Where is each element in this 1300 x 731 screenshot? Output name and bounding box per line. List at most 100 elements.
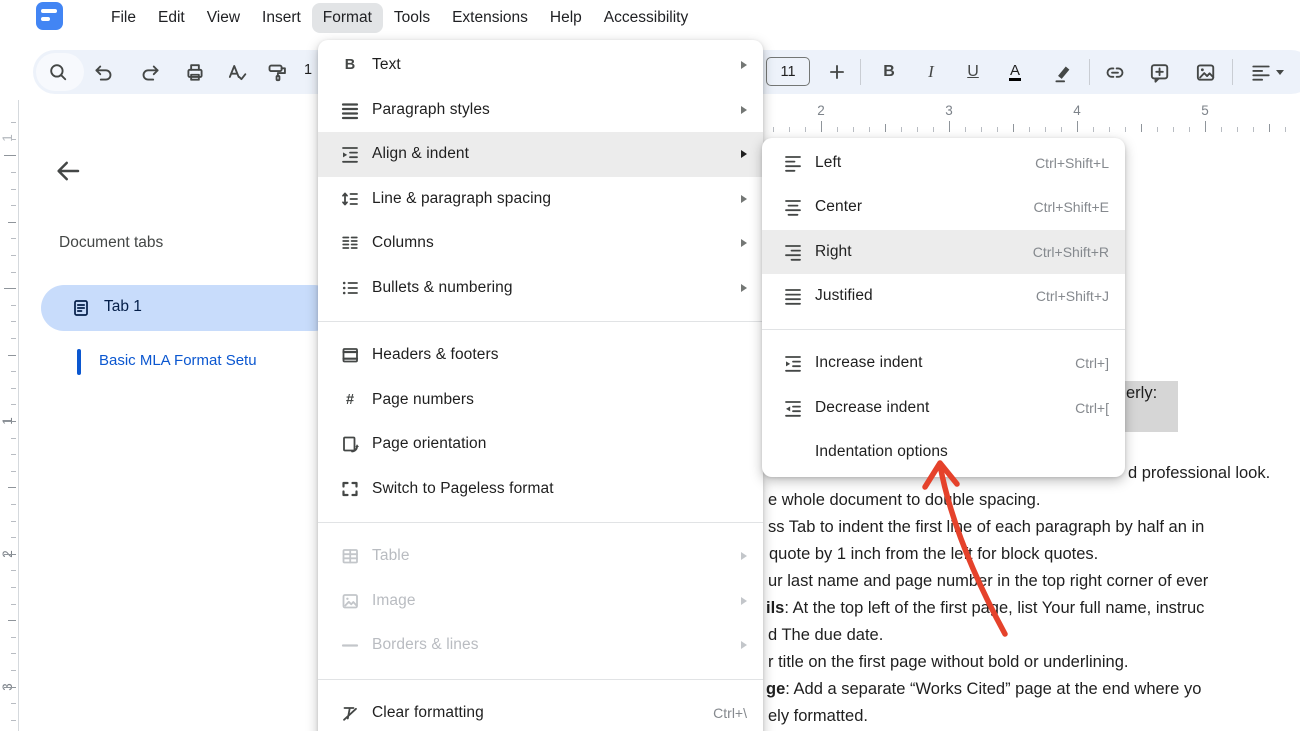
menu-help[interactable]: Help — [539, 3, 593, 33]
highlight-color-button[interactable] — [1049, 58, 1077, 86]
document-text-line[interactable]: ge: Add a separate “Works Cited” page at… — [766, 678, 1201, 700]
insert-image-button[interactable] — [1191, 58, 1219, 86]
document-text-line[interactable]: ss Tab to indent the first line of each … — [768, 516, 1204, 538]
toolbar-divider — [860, 59, 861, 85]
menu-item-pageless[interactable]: Switch to Pageless format — [318, 467, 763, 512]
decrease-indent-icon — [783, 398, 803, 418]
document-text-line[interactable]: r title on the first page without bold o… — [768, 651, 1128, 673]
document-text-line[interactable]: d professional look. — [1128, 462, 1270, 484]
undo-button[interactable] — [89, 58, 117, 86]
print-button[interactable] — [181, 58, 209, 86]
menu-item-columns[interactable]: Columns — [318, 221, 763, 266]
document-text-line[interactable]: ils: At the top left of the first page, … — [766, 597, 1204, 619]
spellcheck-icon — [226, 61, 248, 83]
toolbar-divider — [1232, 59, 1233, 85]
insert-link-button[interactable] — [1101, 58, 1129, 86]
increase-font-size-button[interactable] — [823, 58, 851, 86]
submenu-arrow-icon — [741, 106, 747, 114]
document-text-line[interactable]: ur last name and page number in the top … — [768, 570, 1208, 592]
align-dropdown-button[interactable] — [1245, 58, 1289, 86]
menu-accessibility[interactable]: Accessibility — [593, 3, 699, 33]
print-icon — [184, 61, 206, 83]
document-tab-icon — [71, 298, 91, 318]
submenu-arrow-icon — [741, 641, 747, 649]
paint-format-button[interactable] — [263, 58, 291, 86]
menu-item-headers-footers[interactable]: Headers & footers — [318, 333, 763, 378]
submenu-item-right[interactable]: Right Ctrl+Shift+R — [762, 230, 1125, 274]
comment-plus-icon — [1148, 61, 1170, 83]
link-icon — [1104, 61, 1126, 83]
document-tabs-sidebar: Document tabs Tab 1 Basic MLA Format Set… — [18, 100, 319, 731]
font-size-input[interactable]: 11 — [766, 57, 810, 86]
bold-icon: B — [340, 55, 360, 75]
menu-item-line-spacing[interactable]: Line & paragraph spacing — [318, 177, 763, 222]
document-text-line[interactable]: e whole document to double spacing. — [768, 489, 1040, 511]
tab-label: Tab 1 — [104, 298, 142, 316]
format-menu: B Text Paragraph styles Align & indent L… — [318, 40, 763, 731]
submenu-item-justified[interactable]: Justified Ctrl+Shift+J — [762, 274, 1125, 318]
menu-extensions[interactable]: Extensions — [441, 3, 539, 33]
add-comment-button[interactable] — [1145, 58, 1173, 86]
close-sidebar-button[interactable] — [53, 156, 83, 186]
align-justify-icon — [783, 286, 803, 306]
vertical-ruler[interactable]: 1 1 2 3 — [0, 100, 18, 731]
submenu-item-decrease-indent[interactable]: Decrease indent Ctrl+[ — [762, 385, 1125, 429]
document-text-line[interactable]: quote by 1 inch from the left for block … — [769, 543, 1098, 565]
menu-separator — [318, 679, 763, 680]
sidebar-item-tab1[interactable]: Tab 1 — [41, 285, 337, 331]
menu-item-clear-formatting[interactable]: Clear formatting Ctrl+\ — [318, 691, 763, 731]
submenu-arrow-icon — [741, 195, 747, 203]
redo-button[interactable] — [137, 58, 165, 86]
submenu-arrow-icon — [741, 150, 747, 158]
submenu-arrow-icon — [741, 552, 747, 560]
menu-item-borders-lines[interactable]: Borders & lines — [318, 623, 763, 668]
document-text-line[interactable]: ely formatted. — [768, 705, 868, 727]
line-spacing-icon — [340, 189, 360, 209]
search-menus-button[interactable] — [44, 58, 72, 86]
docs-logo-icon[interactable] — [36, 2, 63, 30]
document-text-line[interactable]: d The due date. — [768, 624, 883, 646]
menu-item-bullets-numbering[interactable]: Bullets & numbering — [318, 266, 763, 311]
paragraph-styles-icon — [340, 100, 360, 120]
google-docs-window: erly: d professional look. e whole docum… — [0, 0, 1300, 731]
menu-view[interactable]: View — [196, 3, 251, 33]
outline-heading-link[interactable]: Basic MLA Format Setu — [99, 352, 257, 369]
align-left-icon — [1250, 61, 1272, 83]
menu-item-page-numbers[interactable]: # Page numbers — [318, 378, 763, 423]
underline-button[interactable]: U — [959, 58, 987, 86]
menu-item-page-orientation[interactable]: Page orientation — [318, 422, 763, 467]
submenu-item-increase-indent[interactable]: Increase indent Ctrl+] — [762, 341, 1125, 385]
menu-item-image[interactable]: Image — [318, 579, 763, 624]
submenu-arrow-icon — [741, 61, 747, 69]
menu-tools[interactable]: Tools — [383, 3, 441, 33]
bullets-numbering-icon — [340, 278, 360, 298]
menu-item-table[interactable]: Table — [318, 534, 763, 579]
menu-separator — [762, 329, 1125, 330]
back-arrow-icon — [53, 156, 83, 186]
pageless-icon — [340, 479, 360, 499]
columns-icon — [340, 233, 360, 253]
menu-edit[interactable]: Edit — [147, 3, 196, 33]
search-icon — [47, 61, 69, 83]
spelling-check-button[interactable] — [223, 58, 251, 86]
menu-item-text[interactable]: B Text — [318, 43, 763, 88]
table-icon — [340, 546, 360, 566]
menu-item-paragraph-styles[interactable]: Paragraph styles — [318, 88, 763, 133]
menu-bar: File Edit View Insert Format Tools Exten… — [0, 0, 1300, 36]
text-color-button[interactable]: A — [1001, 58, 1029, 86]
undo-icon — [92, 61, 114, 83]
submenu-item-center[interactable]: Center Ctrl+Shift+E — [762, 185, 1125, 229]
menu-item-align-indent[interactable]: Align & indent — [318, 132, 763, 177]
submenu-item-indentation-options[interactable]: Indentation options — [762, 430, 1125, 474]
submenu-item-left[interactable]: Left Ctrl+Shift+L — [762, 141, 1125, 185]
menu-format[interactable]: Format — [312, 3, 383, 33]
menu-file[interactable]: File — [100, 3, 147, 33]
align-right-icon — [783, 242, 803, 262]
text-selection-highlight: erly: — [1121, 381, 1178, 432]
italic-button[interactable]: I — [917, 58, 945, 86]
menu-separator — [318, 321, 763, 322]
zoom-control-partial[interactable]: 1 — [304, 62, 312, 78]
bold-button[interactable]: B — [875, 58, 903, 86]
page-orientation-icon — [340, 434, 360, 454]
menu-insert[interactable]: Insert — [251, 3, 312, 33]
